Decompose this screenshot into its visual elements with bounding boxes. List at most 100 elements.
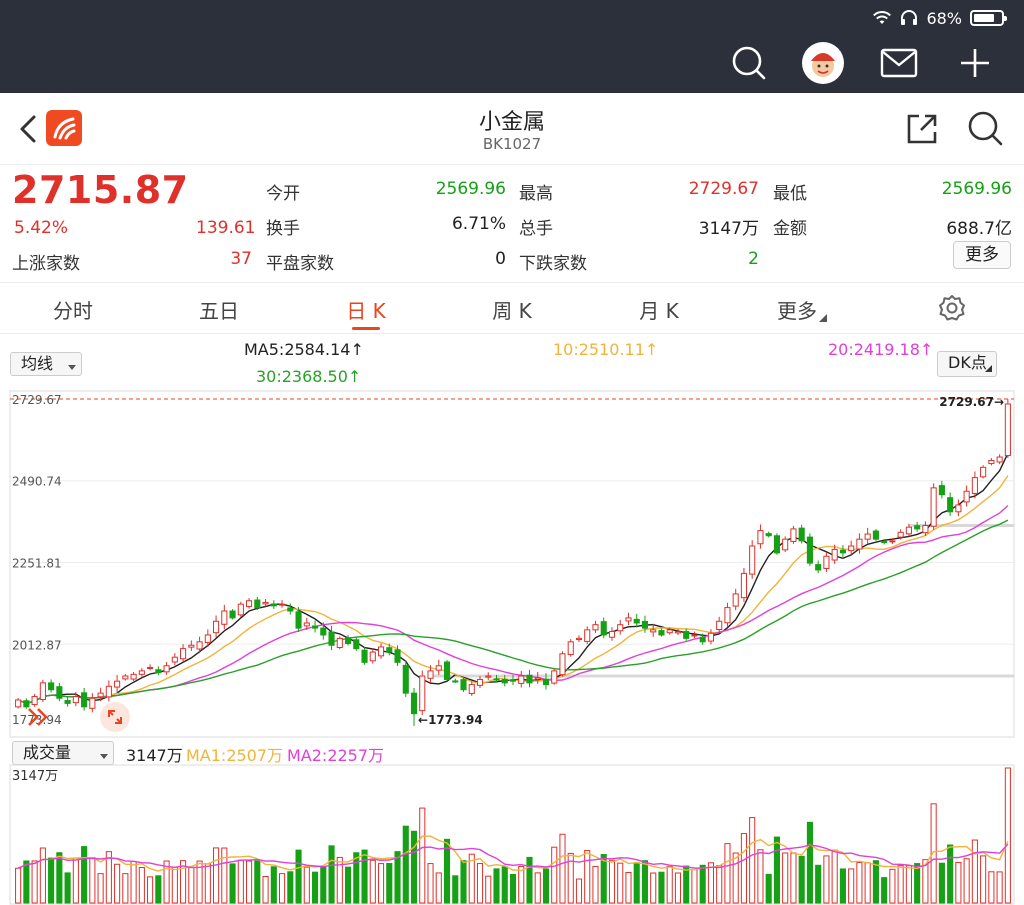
tab-intraday[interactable]: 分时 (53, 295, 93, 324)
field-value: 688.7亿 (946, 219, 1012, 239)
field-label: 金额 (773, 219, 807, 239)
active-tab-underline (352, 327, 380, 330)
volume-bar (666, 865, 673, 904)
candle (724, 607, 731, 624)
fold-arrows-icon[interactable] (26, 705, 52, 729)
candle (443, 661, 451, 680)
candle (180, 648, 187, 660)
more-quote-button[interactable]: 更多 (953, 241, 1011, 269)
candle (287, 607, 294, 612)
dk-point-label: DK点 (948, 353, 987, 372)
candle (666, 629, 673, 634)
dk-point-dropdown[interactable]: DK点 (937, 351, 997, 377)
volume-bar (509, 873, 517, 904)
volume-bar (716, 865, 723, 904)
field-label: 最低 (773, 184, 807, 204)
avatar[interactable] (800, 40, 846, 86)
volume-bar (658, 871, 665, 904)
add-button[interactable] (952, 40, 998, 86)
candle (773, 535, 780, 554)
candle (394, 649, 401, 663)
ma20-value: 20:2419.18↑ (828, 340, 934, 359)
tab-daily-k[interactable]: 日 K (346, 295, 385, 324)
share-icon (907, 114, 937, 144)
volume-bar (229, 863, 236, 904)
field-value: 2569.96 (941, 179, 1012, 199)
tab-weekly-k[interactable]: 周 K (492, 295, 531, 324)
volume-bar (691, 869, 698, 904)
candle (798, 527, 805, 542)
candle (320, 627, 327, 636)
candle (39, 682, 46, 701)
candle (864, 533, 871, 540)
candle (97, 692, 104, 698)
volume-bar (394, 851, 401, 904)
candle (551, 670, 558, 684)
indicator-dropdown[interactable]: 均线 (10, 352, 82, 376)
volume-bar (526, 856, 533, 904)
volume-bar (303, 866, 310, 904)
candle (468, 684, 475, 694)
candle (72, 696, 79, 704)
volume-dropdown-label: 成交量 (23, 743, 72, 762)
rise-count-label: 上涨家数 (12, 254, 80, 274)
expand-icon[interactable] (99, 701, 131, 733)
candle (171, 656, 178, 663)
volume-bar (237, 859, 244, 904)
low-price-marker: ←1773.94 (418, 713, 483, 727)
volume-indicator-dropdown[interactable]: 成交量 (12, 741, 114, 765)
volume-bar (493, 868, 500, 904)
volume-bar (625, 872, 632, 904)
candle (559, 653, 566, 676)
volume-bar (320, 866, 327, 904)
volume-bar (823, 855, 830, 904)
volume-bar (732, 852, 739, 904)
chart-settings-button[interactable] (938, 294, 966, 322)
header-search-button[interactable] (966, 109, 1004, 147)
volume-bar (501, 866, 508, 904)
candle (279, 603, 286, 606)
tab-five-day[interactable]: 五日 (199, 295, 239, 324)
candle (303, 622, 310, 627)
candle (674, 631, 682, 634)
volume-bar (1004, 767, 1011, 904)
volume-bar (435, 872, 442, 904)
volume-bar (707, 862, 715, 904)
volume-bar (328, 845, 335, 904)
tab-monthly-k[interactable]: 月 K (639, 295, 678, 324)
share-button[interactable] (904, 111, 940, 147)
candle (740, 572, 747, 599)
volume-bar (31, 860, 38, 904)
top-search-button[interactable] (726, 40, 772, 86)
volume-bar (839, 868, 846, 904)
y-tick-label: 2490.74 (12, 475, 62, 489)
volume-bar (48, 857, 55, 904)
battery-icon (970, 10, 1007, 26)
candle (89, 697, 96, 709)
candlestick-chart[interactable]: 2729.672490.742251.812012.871773.942729.… (0, 386, 1024, 742)
candle (732, 593, 739, 607)
candle (105, 685, 112, 698)
volume-bar (279, 873, 286, 904)
tab-more[interactable]: 更多 (777, 295, 827, 324)
volume-bar (897, 865, 904, 904)
candle (138, 670, 145, 675)
field-label: 总手 (519, 219, 553, 239)
candle (237, 603, 244, 616)
candle (419, 675, 426, 712)
candle (914, 525, 921, 530)
field-label: 换手 (266, 219, 300, 239)
search-icon (968, 111, 1003, 146)
candle (839, 549, 846, 554)
volume-bar (617, 862, 624, 904)
candle (526, 674, 533, 684)
candle (947, 497, 954, 513)
volume-bar (806, 821, 813, 904)
volume-bar (592, 865, 599, 904)
field-label: 最高 (519, 184, 553, 204)
volume-chart[interactable]: 3147万 (0, 764, 1024, 905)
message-button[interactable] (876, 40, 922, 86)
candle (336, 637, 343, 648)
volume-bar (551, 846, 558, 904)
candle (147, 666, 154, 669)
